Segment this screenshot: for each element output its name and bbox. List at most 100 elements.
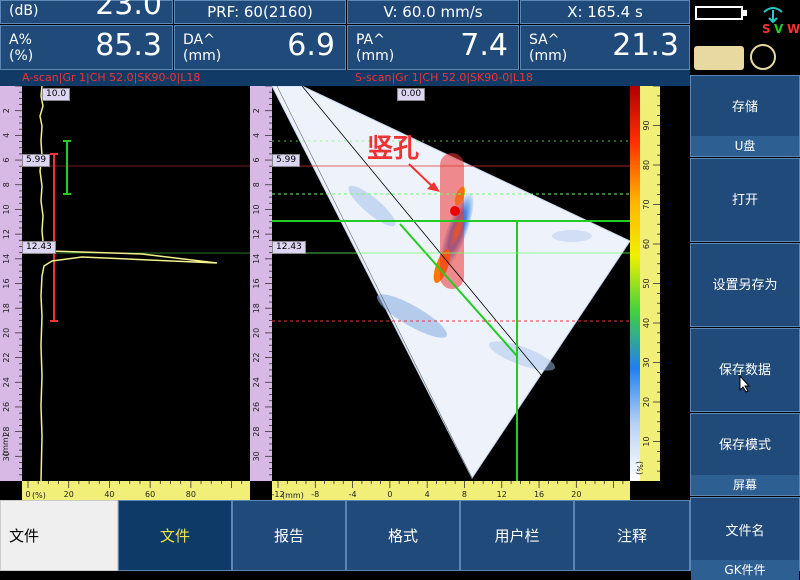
sscan-gate1-marker[interactable]: 5.99: [272, 154, 301, 167]
color-scale-tick-label: 40: [642, 318, 651, 328]
sscan-index-tick-label: 8: [462, 490, 467, 499]
save-data-button[interactable]: 保存数据: [690, 328, 800, 412]
db-label: (dB): [9, 3, 39, 19]
sscan-gate2-marker[interactable]: 12.43: [272, 241, 306, 254]
file-name-value: GK件件: [691, 560, 799, 580]
open-button[interactable]: 打开: [690, 158, 800, 242]
sscan-depth-tick-label: 6: [252, 158, 261, 163]
ascan-amplitude-ruler: 0 20 40 60 80 (%): [22, 481, 250, 500]
sa-value: 21.3: [612, 28, 679, 63]
tab-format[interactable]: 格式: [346, 500, 460, 571]
ascan-depth-tick-label: 4: [2, 133, 11, 138]
ascan-amplitude-tick-label: 60: [145, 490, 155, 499]
a-percent-value: 85.3: [95, 28, 162, 63]
sscan-depth-tick-label: 26: [252, 402, 261, 412]
prf-readout: PRF: 60(2160): [174, 0, 346, 24]
vertical-hole-annotation: 竖孔: [367, 134, 420, 164]
save-as-settings-button[interactable]: 设置另存为: [690, 243, 800, 327]
sscan-color-scale: [630, 86, 640, 481]
sscan-depth-tick-label: 28: [252, 427, 261, 437]
open-button-label: 打开: [731, 193, 758, 208]
db-readout: (dB) 23.0: [0, 0, 173, 24]
v-indicator: V: [774, 22, 784, 36]
save-mode-button[interactable]: 保存模式 屏幕: [690, 413, 800, 496]
sscan-index-unit: (mm): [282, 491, 304, 500]
tab-user-bar[interactable]: 用户栏: [460, 500, 574, 571]
sscan-title: S-scan|Gr 1|CH 52.0|SK90-0|L18: [355, 71, 534, 84]
sscan-color-unit: (%): [635, 461, 644, 475]
tab-report[interactable]: 报告: [232, 500, 346, 571]
db-value: 23.0: [95, 0, 162, 22]
file-name-button[interactable]: 文件名 GK件件: [690, 497, 800, 580]
da-readout: DA^ (mm) 6.9: [174, 25, 346, 70]
ascan-depth-tick-label: 14: [2, 254, 11, 264]
ascan-amplitude-unit: (%): [32, 491, 46, 500]
sscan-plot[interactable]: 竖孔 0.00 5.99 12.43: [272, 86, 630, 481]
ascan-amplitude-tick-label: 0: [25, 490, 30, 499]
da-unit: (mm): [183, 48, 222, 64]
tab-comment[interactable]: 注释: [574, 500, 690, 571]
ascan-amplitude-tick-label: 40: [104, 490, 114, 499]
sscan-index-tick-label: 0: [387, 490, 392, 499]
pa-label: PA^: [356, 32, 385, 48]
clock-icon[interactable]: [750, 44, 776, 70]
color-scale-tick-label: 60: [642, 239, 651, 249]
sscan-index-tick-label: 12: [497, 490, 507, 499]
ascan-right-edge: 2 4 6 8 10 12 14 16 18 20 22 24 26 28 30: [250, 86, 272, 481]
ascan-depth-tick-label: 6: [2, 158, 11, 163]
keyboard-icon[interactable]: [694, 46, 744, 70]
mouse-cursor-icon: [739, 375, 751, 393]
save-as-settings-label: 设置另存为: [712, 278, 778, 293]
ascan-gate1-marker[interactable]: 5.99: [22, 154, 51, 167]
color-scale-tick-label: 20: [642, 397, 651, 407]
a-percent-label: A%: [9, 32, 32, 48]
sscan-depth-tick-label: 18: [252, 303, 261, 313]
ascan-depth-tick-label: 22: [2, 352, 11, 362]
sscan-index-tick-label: 4: [425, 490, 430, 499]
a-percent-readout: A% (%) 85.3: [0, 25, 173, 70]
sscan-index-tick-label: 20: [571, 490, 581, 499]
sscan-depth-tick-label: 2: [252, 108, 261, 113]
sa-readout: SA^ (mm) 21.3: [520, 25, 690, 70]
file-main-menu[interactable]: 文件: [0, 500, 118, 571]
save-mode-label: 保存模式: [718, 438, 771, 453]
scan-status-bar: A-scan|Gr 1|CH 52.0|SK90-0|L18 S-scan|Gr…: [0, 70, 690, 86]
ascan-depth-tick-label: 12: [2, 229, 11, 239]
sscan-depth-tick-label: 10: [252, 204, 261, 214]
sscan-index-tick-label: 16: [534, 490, 544, 499]
x-position-readout: X: 165.4 s: [520, 0, 690, 24]
battery-icon: [695, 6, 743, 20]
color-scale-tick-label: 80: [642, 160, 651, 170]
sscan-top-marker[interactable]: 0.00: [397, 88, 426, 101]
tab-file[interactable]: 文件: [118, 500, 232, 571]
ascan-gate2-marker[interactable]: 12.43: [22, 241, 56, 254]
ascan-top-marker[interactable]: 10.0: [42, 88, 71, 101]
status-icons-panel: S V W: [690, 0, 800, 75]
ascan-depth-tick-label: 26: [2, 402, 11, 412]
ascan-plot[interactable]: 10.0 5.99 12.43: [22, 86, 250, 481]
sscan-depth-tick-label: 30: [252, 451, 261, 461]
pa-unit: (mm): [356, 48, 395, 64]
ascan-depth-tick-label: 18: [2, 303, 11, 313]
a-percent-unit: (%): [9, 48, 34, 64]
color-scale-tick-label: 50: [642, 278, 651, 288]
sscan-index-tick-label: -4: [349, 490, 357, 499]
sscan-depth-tick-label: 4: [252, 133, 261, 138]
sscan-depth-tick-label: 22: [252, 352, 261, 362]
color-scale-tick-label: 70: [642, 199, 651, 209]
velocity-readout: V: 60.0 mm/s: [347, 0, 519, 24]
sscan-index-tick-label: -8: [311, 490, 319, 499]
file-name-label: 文件名: [725, 524, 765, 539]
storage-button[interactable]: 存储 U盘: [690, 75, 800, 157]
sscan-index-ruler: -12 -8 -4 0 4 8 12 16 20 (mm): [272, 481, 630, 500]
ascan-depth-tick-label: 2: [2, 108, 11, 113]
ascan-depth-unit: (mm): [1, 434, 10, 456]
sa-unit: (mm): [529, 48, 568, 64]
sscan-depth-tick-label: 16: [252, 278, 261, 288]
da-label: DA^: [183, 32, 215, 48]
sscan-depth-tick-label: 8: [252, 182, 261, 187]
sscan-depth-tick-label: 24: [252, 377, 261, 387]
storage-button-value: U盘: [691, 136, 799, 156]
color-scale-tick-label: 30: [642, 357, 651, 367]
ascan-amplitude-tick-label: 80: [186, 490, 196, 499]
